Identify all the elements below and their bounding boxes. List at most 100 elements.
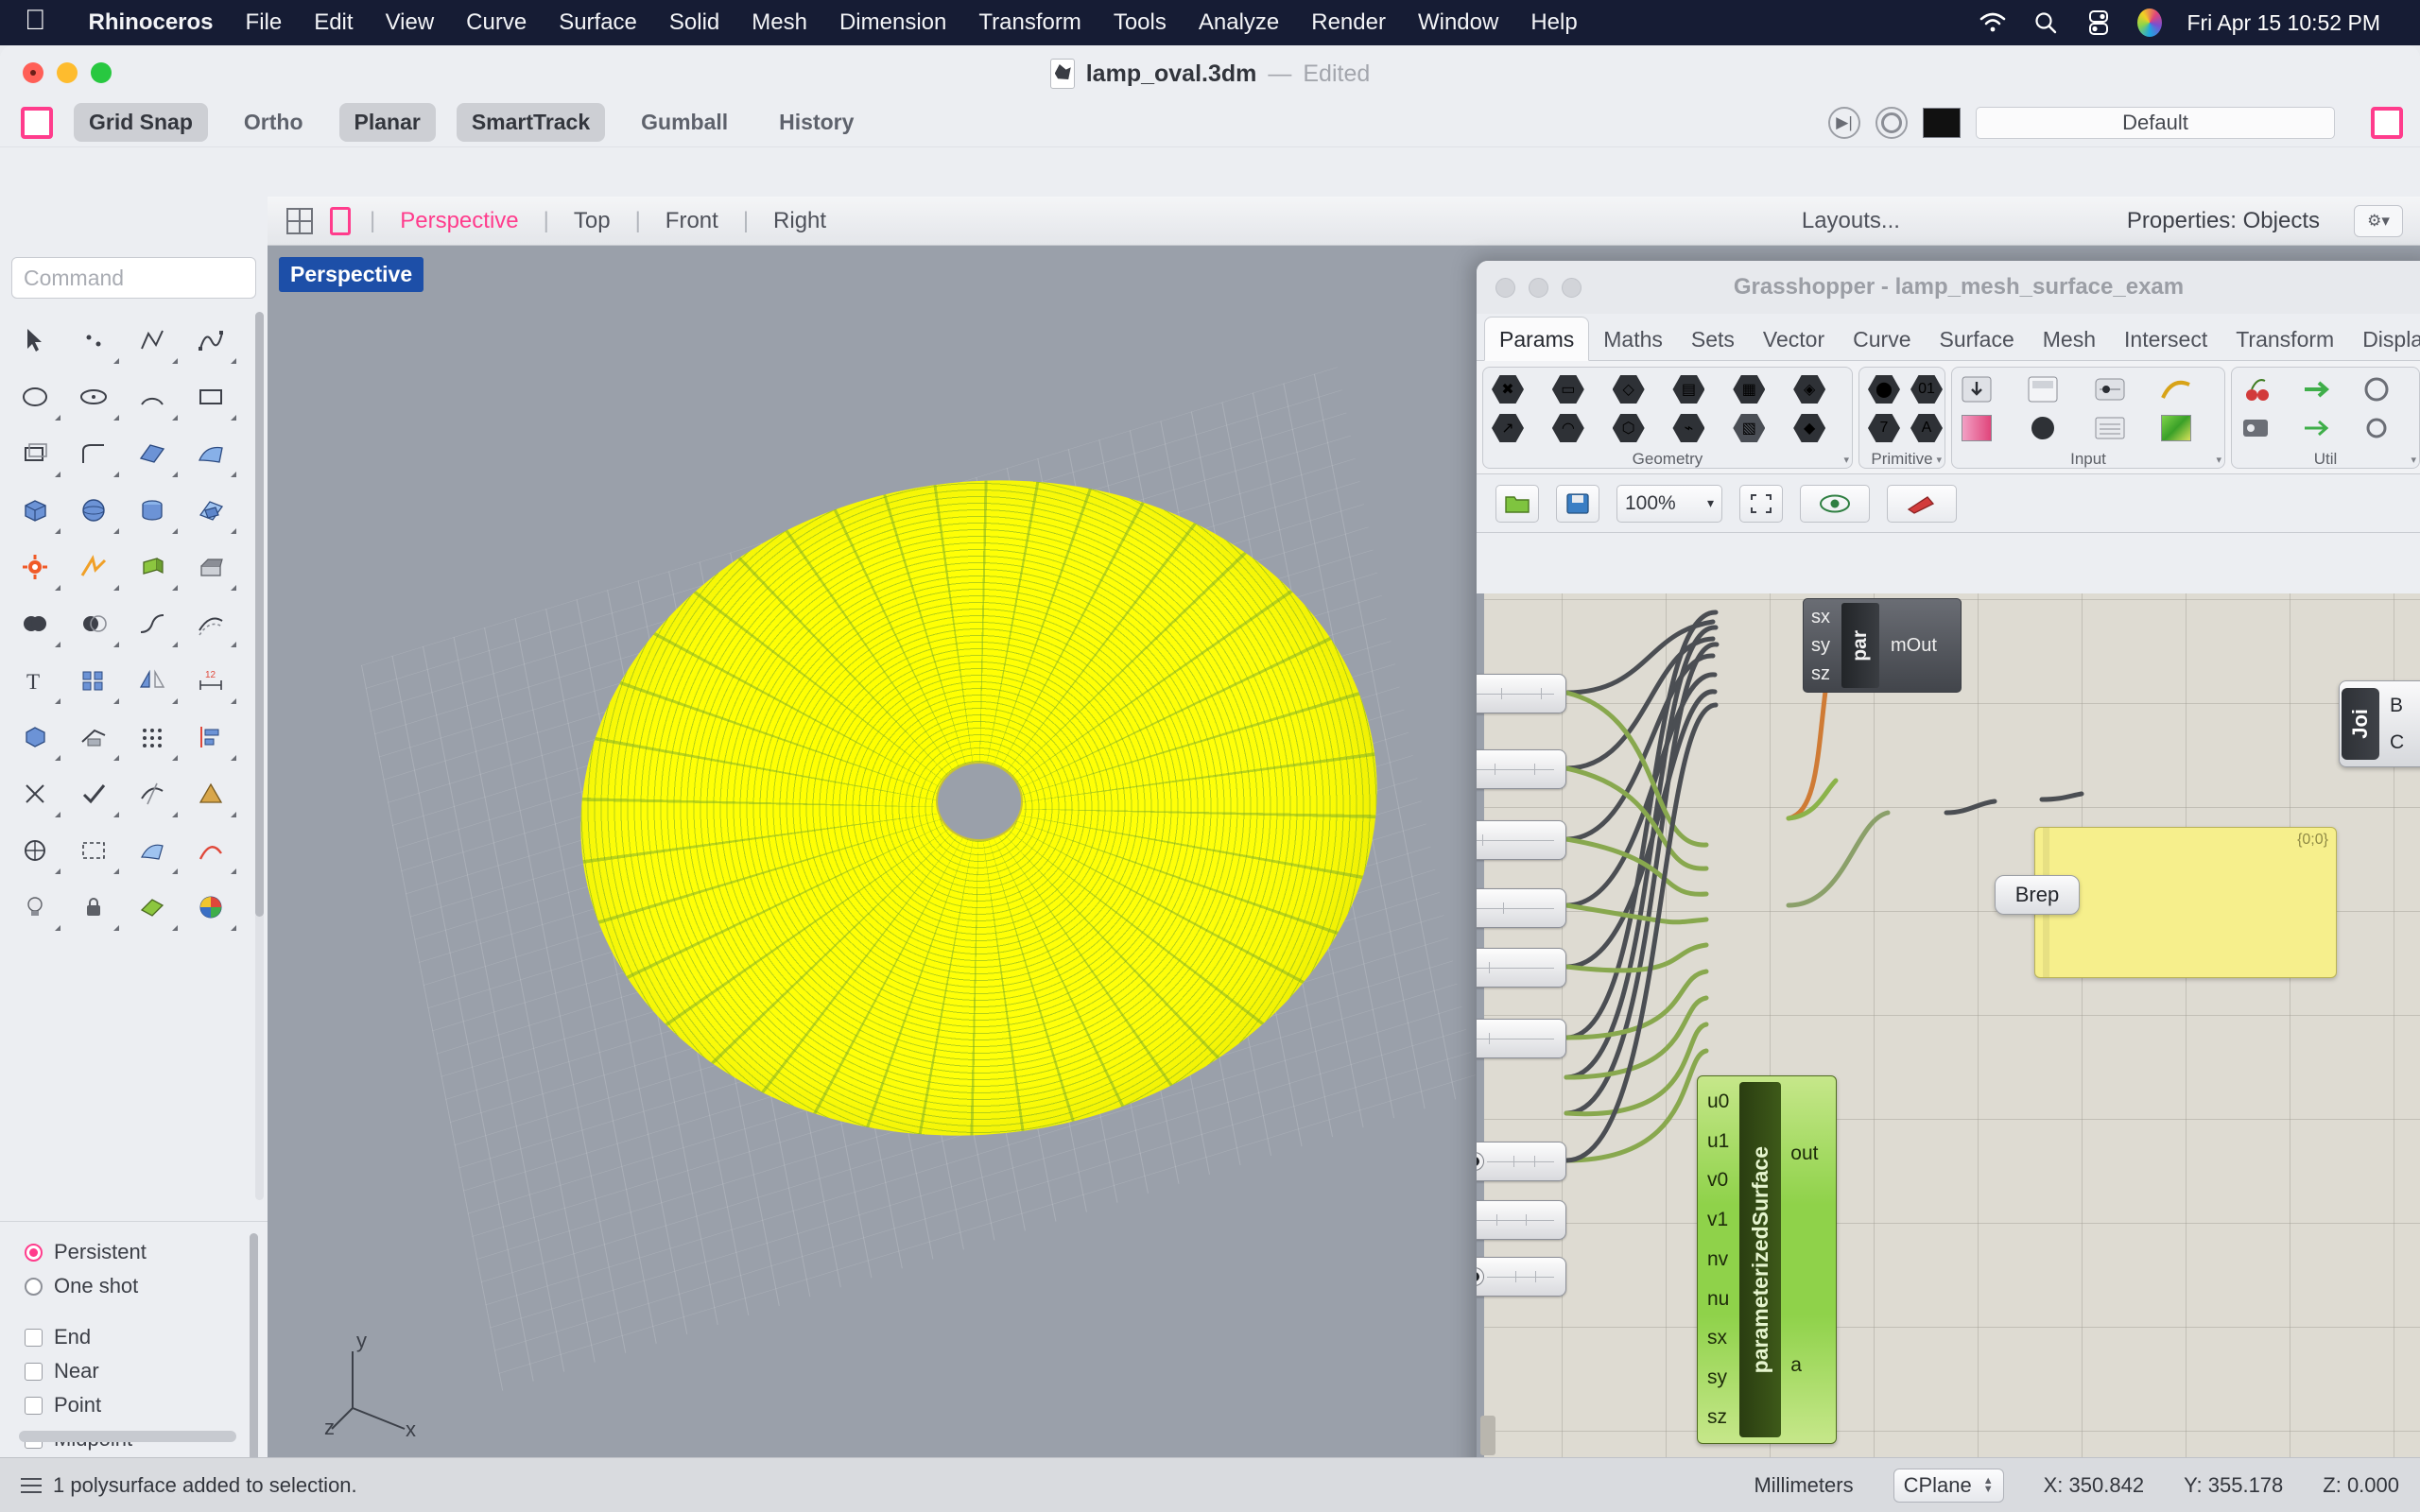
preview-eye-icon[interactable]: [1800, 484, 1870, 523]
tab-top[interactable]: Top: [568, 208, 616, 234]
lamp-geometry[interactable]: [538, 429, 1420, 1187]
gh-component-join-top[interactable]: Joi B C: [2339, 680, 2420, 767]
expand-icon[interactable]: ▾: [1936, 454, 1942, 466]
box-icon[interactable]: [6, 483, 64, 538]
gh-tab-transform[interactable]: Transform: [2221, 318, 2348, 360]
param-geometry-pipeline-icon[interactable]: ⌁: [1668, 410, 1708, 446]
menu-mesh[interactable]: Mesh: [735, 9, 823, 36]
bake-icon[interactable]: [1887, 484, 1957, 523]
input-curve-draw-icon[interactable]: [2156, 371, 2196, 407]
gear-tool-icon[interactable]: [6, 540, 64, 594]
param-point-icon[interactable]: ◆: [1789, 410, 1829, 446]
port-label-sx[interactable]: sx: [1811, 607, 1830, 628]
number-slider[interactable]: [1477, 1019, 1566, 1058]
toggle-gumball[interactable]: Gumball: [626, 103, 743, 142]
expand-icon[interactable]: ▾: [2216, 454, 2221, 466]
align-icon[interactable]: [182, 710, 240, 765]
siri-icon[interactable]: [2137, 9, 2163, 37]
port-label-u0[interactable]: u0: [1707, 1091, 1739, 1113]
param-mesh-icon[interactable]: ▧: [1729, 410, 1769, 446]
port-label-nv[interactable]: nv: [1707, 1248, 1739, 1271]
horizontal-scrollbar[interactable]: [19, 1431, 236, 1442]
lock-icon[interactable]: [64, 880, 123, 935]
gh-tab-intersect[interactable]: Intersect: [2110, 318, 2221, 360]
boolean-difference-icon[interactable]: [64, 596, 123, 651]
menu-edit[interactable]: Edit: [298, 9, 369, 36]
input-sphere-icon[interactable]: [2023, 410, 2063, 446]
select-arrow-icon[interactable]: [6, 313, 64, 368]
boolean-union-icon[interactable]: [6, 596, 64, 651]
cap-icon[interactable]: [182, 540, 240, 594]
menu-help[interactable]: Help: [1514, 9, 1593, 36]
text-icon[interactable]: T: [6, 653, 64, 708]
menu-analyze[interactable]: Analyze: [1183, 9, 1295, 36]
gh-tab-params[interactable]: Params: [1484, 317, 1590, 361]
menu-solid[interactable]: Solid: [653, 9, 735, 36]
menu-tools[interactable]: Tools: [1098, 9, 1183, 36]
number-slider[interactable]: [1477, 888, 1566, 928]
checkbox-icon[interactable]: [25, 1362, 43, 1381]
gh-panel[interactable]: {0;0}: [2034, 827, 2337, 978]
input-slider-icon[interactable]: [2090, 371, 2130, 407]
toggle-history[interactable]: History: [764, 103, 869, 142]
param-integer-icon[interactable]: 7: [1864, 410, 1904, 446]
osnap-near[interactable]: Near: [25, 1354, 268, 1388]
palette-scrollbar[interactable]: [255, 312, 264, 1200]
analyze-icon[interactable]: [6, 823, 64, 878]
tab-perspective[interactable]: Perspective: [394, 208, 524, 234]
gh-tab-curve[interactable]: Curve: [1839, 318, 1925, 360]
number-slider[interactable]: [1477, 749, 1566, 789]
toggle-planar[interactable]: Planar: [338, 103, 436, 142]
mirror-icon[interactable]: [123, 653, 182, 708]
number-slider[interactable]: [1477, 820, 1566, 860]
menu-window[interactable]: Window: [1402, 9, 1514, 36]
grid-dots-icon[interactable]: [123, 710, 182, 765]
menu-curve[interactable]: Curve: [450, 9, 543, 36]
zoom-level-select[interactable]: 100% ▾: [1616, 484, 1722, 523]
cylinder-icon[interactable]: [123, 483, 182, 538]
input-import-icon[interactable]: [1957, 371, 1996, 407]
gh-component-brep[interactable]: Brep: [1995, 875, 2080, 915]
checkbox-icon[interactable]: [25, 1328, 43, 1347]
menu-file[interactable]: File: [230, 9, 299, 36]
gh-tab-maths[interactable]: Maths: [1589, 318, 1677, 360]
gh-tab-mesh[interactable]: Mesh: [2029, 318, 2110, 360]
number-slider[interactable]: 00: [1477, 1200, 1566, 1240]
toggle-smarttrack[interactable]: SmartTrack: [456, 103, 606, 142]
port-label-out[interactable]: out: [1790, 1143, 1836, 1165]
port-label-a[interactable]: a: [1790, 1354, 1836, 1377]
osnap-end[interactable]: End: [25, 1320, 268, 1354]
number-slider[interactable]: 0.000: [1477, 1142, 1566, 1181]
cone-icon[interactable]: [182, 766, 240, 821]
blend-curve-icon[interactable]: [123, 596, 182, 651]
extrude-icon[interactable]: [123, 540, 182, 594]
single-view-icon[interactable]: [330, 206, 351, 235]
arc-icon[interactable]: [123, 369, 182, 424]
wifi-icon[interactable]: [1979, 9, 2007, 37]
save-icon[interactable]: [1556, 484, 1599, 523]
color-wheel-icon[interactable]: [182, 880, 240, 935]
param-boolean-icon[interactable]: ⬤: [1864, 371, 1904, 407]
cplane-select[interactable]: CPlane ▲ ▼: [1893, 1468, 2004, 1503]
rectangle-icon[interactable]: [182, 369, 240, 424]
menu-dimension[interactable]: Dimension: [823, 9, 962, 36]
canvas-scroll-thumb[interactable]: [1480, 1416, 1495, 1455]
port-label-sx[interactable]: sx: [1707, 1327, 1739, 1349]
port-label-u1[interactable]: u1: [1707, 1130, 1739, 1153]
param-curve-icon[interactable]: ◠: [1548, 410, 1588, 446]
control-center-icon[interactable]: [2084, 9, 2113, 37]
port-label-sz[interactable]: sz: [1707, 1406, 1739, 1429]
search-icon[interactable]: [2031, 9, 2060, 37]
param-box-icon[interactable]: ▭: [1548, 371, 1588, 407]
expand-icon[interactable]: ▾: [2411, 454, 2416, 466]
number-slider[interactable]: [1477, 948, 1566, 988]
check-icon[interactable]: [64, 766, 123, 821]
tab-right[interactable]: Right: [768, 208, 832, 234]
util-circle-icon[interactable]: [2357, 371, 2396, 407]
render-mesh-icon[interactable]: [123, 880, 182, 935]
number-slider[interactable]: [1477, 674, 1566, 713]
surface-grid-icon[interactable]: [123, 426, 182, 481]
util-cherry-icon[interactable]: [2237, 371, 2276, 407]
menu-transform[interactable]: Transform: [962, 9, 1097, 36]
menu-rhinoceros[interactable]: Rhinoceros: [73, 9, 230, 36]
